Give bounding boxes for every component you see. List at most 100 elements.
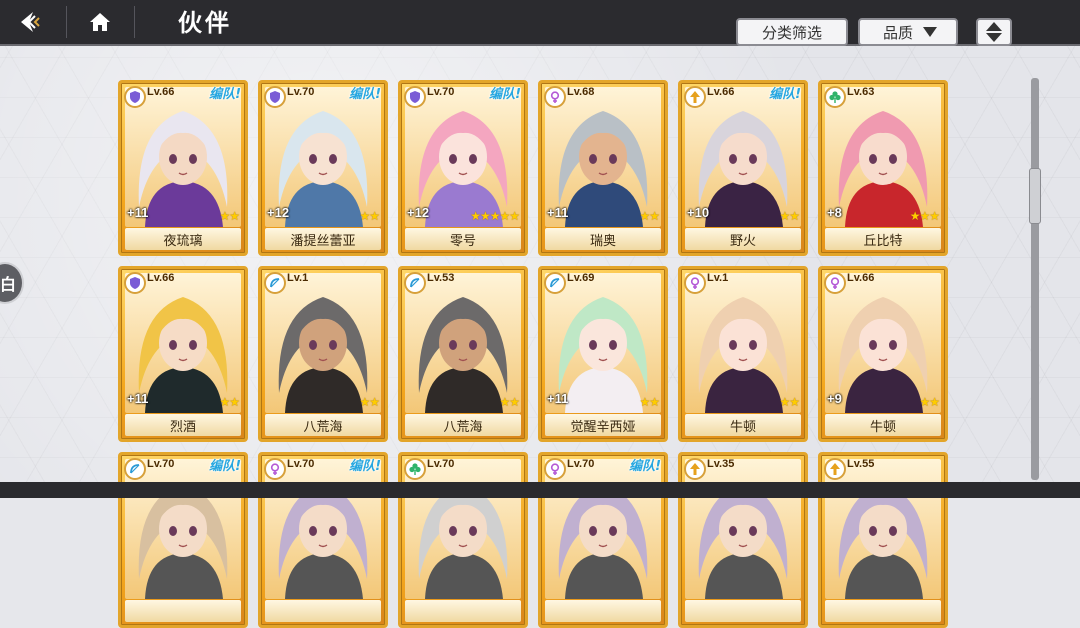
venus-icon	[264, 458, 286, 480]
category-filter-button[interactable]: 分类筛选	[736, 18, 848, 46]
partner-card[interactable]: Lv.69 +11 ★★ 觉醒辛西娅	[538, 266, 668, 442]
clover-icon	[824, 86, 846, 108]
level-label: Lv.35	[707, 458, 735, 470]
partner-card[interactable]: Lv.68 +11 ★★ 瑞奥	[538, 80, 668, 256]
sort-order-toggle[interactable]	[976, 18, 1012, 46]
scrollbar-thumb[interactable]	[1029, 168, 1041, 224]
arrow-up-icon	[684, 458, 706, 480]
enhance-level: +11	[127, 391, 149, 406]
star-rating: ★★★	[909, 209, 940, 223]
partner-card[interactable]: Lv.70 编队!	[118, 452, 248, 628]
partner-card[interactable]: Lv.53 ★★ 八荒海	[398, 266, 528, 442]
level-label: Lv.55	[847, 458, 875, 470]
name-plate: 八荒海	[405, 414, 521, 436]
character-name: 八荒海	[303, 419, 343, 435]
name-plate: 瑞奥	[545, 228, 661, 250]
home-icon	[90, 13, 110, 31]
star-rating: ★★	[639, 209, 659, 223]
character-name: 零号	[449, 233, 476, 249]
character-portrait	[405, 273, 521, 413]
star-rating: ★★★★★	[470, 209, 520, 223]
star-rating: ★★	[359, 395, 379, 409]
name-plate: 野火	[685, 228, 801, 250]
partner-card[interactable]: Lv.70 编队!	[258, 452, 388, 628]
level-label: Lv.70	[567, 458, 595, 470]
page-title: 伙伴	[178, 9, 232, 37]
shield-icon	[404, 86, 426, 108]
partner-card[interactable]: Lv.70 编队!	[538, 452, 668, 628]
bow-icon	[124, 458, 146, 480]
partner-card[interactable]: Lv.70	[398, 452, 528, 628]
character-portrait	[825, 273, 941, 413]
name-plate: 烈酒	[125, 414, 241, 436]
character-name: 烈酒	[169, 419, 196, 435]
star-rating: ★★	[219, 395, 239, 409]
level-label: Lv.63	[847, 86, 875, 98]
name-plate: 八荒海	[265, 414, 381, 436]
shield-icon	[264, 86, 286, 108]
level-label: Lv.1	[287, 272, 309, 284]
back-arrow-icon	[21, 12, 40, 32]
partner-card[interactable]: Lv.55	[818, 452, 948, 628]
level-label: Lv.70	[427, 86, 455, 98]
team-badge: 编队!	[349, 459, 381, 474]
team-badge: 编队!	[489, 87, 521, 102]
side-panel-tab-label: 白	[0, 275, 16, 294]
partner-card[interactable]: Lv.66 编队! +11 ★★ 夜琉璃	[118, 80, 248, 256]
partner-card[interactable]: Lv.66 编队! +10 ★★ 野火	[678, 80, 808, 256]
scrollbar-track[interactable]	[1031, 78, 1039, 480]
name-plate	[125, 600, 241, 622]
partner-card[interactable]: Lv.70 编队! +12 ★★ 潘提丝蕾亚	[258, 80, 388, 256]
level-label: Lv.68	[567, 86, 595, 98]
level-label: Lv.66	[147, 272, 175, 284]
quality-sort-label: 品质	[882, 23, 913, 42]
name-plate	[265, 600, 381, 622]
team-badge: 编队!	[209, 459, 241, 474]
character-portrait	[265, 459, 381, 599]
home-button[interactable]	[78, 0, 122, 44]
bottom-edge	[0, 482, 1080, 498]
name-plate: 觉醒辛西娅	[545, 414, 661, 436]
character-name: 野火	[729, 233, 756, 249]
level-label: Lv.70	[147, 458, 175, 470]
enhance-level: +11	[127, 205, 149, 220]
venus-icon	[824, 272, 846, 294]
level-label: Lv.53	[427, 272, 455, 284]
partner-card[interactable]: Lv.35	[678, 452, 808, 628]
character-name: 牛顿	[869, 419, 896, 435]
level-label: Lv.66	[707, 86, 735, 98]
name-plate	[685, 600, 801, 622]
character-portrait	[405, 459, 521, 599]
partner-card[interactable]: Lv.1 ★★ 八荒海	[258, 266, 388, 442]
name-plate: 零号	[405, 228, 521, 250]
shield-icon	[124, 272, 146, 294]
star-rating: ★★	[639, 395, 659, 409]
star-rating: ★★	[359, 209, 379, 223]
character-portrait	[825, 87, 941, 227]
arrow-up-icon	[824, 458, 846, 480]
enhance-level: +9	[827, 391, 842, 406]
character-portrait	[825, 459, 941, 599]
character-portrait	[545, 459, 661, 599]
back-button[interactable]	[10, 0, 58, 44]
enhance-level: +11	[547, 391, 569, 406]
partner-card[interactable]: Lv.66 +11 ★★ 烈酒	[118, 266, 248, 442]
partner-card[interactable]: Lv.66 +9 ★★ 牛顿	[818, 266, 948, 442]
bow-icon	[544, 272, 566, 294]
partner-card[interactable]: Lv.1 ★★ 牛顿	[678, 266, 808, 442]
character-portrait	[685, 273, 801, 413]
venus-icon	[684, 272, 706, 294]
partner-card[interactable]: Lv.63 +8 ★★★ 丘比特	[818, 80, 948, 256]
character-portrait	[265, 273, 381, 413]
quality-sort-dropdown[interactable]: 品质	[858, 18, 958, 46]
level-label: Lv.69	[567, 272, 595, 284]
level-label: Lv.66	[847, 272, 875, 284]
team-badge: 编队!	[349, 87, 381, 102]
team-badge: 编队!	[629, 459, 661, 474]
venus-icon	[544, 86, 566, 108]
character-name: 八荒海	[443, 419, 483, 435]
name-plate: 牛顿	[685, 414, 801, 436]
partner-card[interactable]: Lv.70 编队! +12 ★★★★★ 零号	[398, 80, 528, 256]
character-name: 牛顿	[729, 419, 756, 435]
star-rating: ★★	[779, 395, 799, 409]
